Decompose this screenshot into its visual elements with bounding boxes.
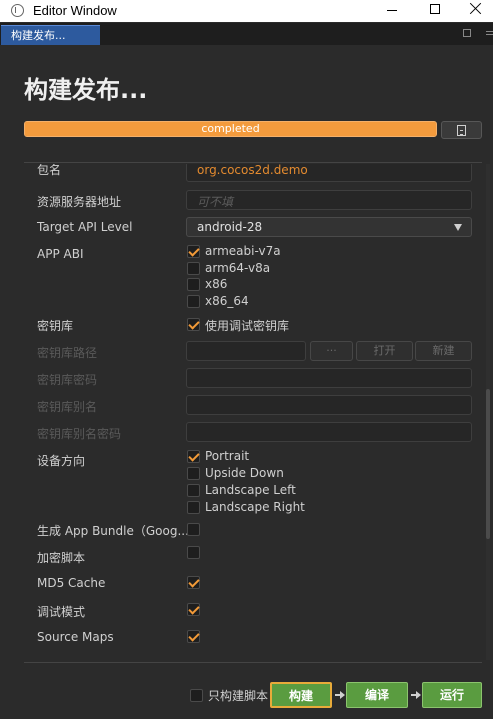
package-name-value: org.cocos2d.demo <box>197 164 308 177</box>
source-maps-checkbox[interactable] <box>187 630 200 643</box>
keystore-alias-password-label: 密钥库别名密码 <box>37 427 122 441</box>
build-settings-form: 包名 org.cocos2d.demo 资源服务器地址 可不填 Target A… <box>24 164 482 660</box>
orientation-option-label: Landscape Right <box>205 500 305 514</box>
keystore-label: 密钥库 <box>37 319 74 333</box>
minimize-icon[interactable] <box>372 0 412 22</box>
abi-option-label: armeabi-v7a <box>205 244 281 258</box>
encrypt-script-checkbox[interactable] <box>187 546 200 559</box>
abi-option-label: arm64-v8a <box>205 261 271 275</box>
form-scrollbar[interactable] <box>486 164 490 660</box>
api-level-select[interactable]: android-28 <box>186 217 472 237</box>
orientation-label: 设备方向 <box>37 454 86 468</box>
window-title: Editor Window <box>33 3 117 18</box>
keystore-path-label: 密钥库路径 <box>37 346 98 360</box>
progress-label: completed <box>201 122 260 135</box>
app-icon <box>11 4 24 17</box>
package-name-label: 包名 <box>37 164 62 177</box>
abi-option-label: x86_64 <box>205 294 249 308</box>
arrow-right-icon <box>411 690 421 700</box>
orientation-option-label: Portrait <box>205 449 250 463</box>
only-build-script-checkbox[interactable] <box>190 689 203 702</box>
only-build-script-label: 只构建脚本 <box>208 689 269 703</box>
keystore-password-input[interactable] <box>186 368 472 388</box>
server-address-placeholder: 可不填 <box>197 195 234 209</box>
abi-x86-checkbox[interactable] <box>187 278 200 291</box>
footer-divider <box>24 662 482 663</box>
use-debug-keystore-checkbox[interactable] <box>187 318 200 331</box>
orientation-landscape-right-checkbox[interactable] <box>187 501 200 514</box>
orientation-option-label: Landscape Left <box>205 483 296 497</box>
compile-button[interactable]: 编译 <box>346 682 408 708</box>
document-icon <box>457 125 466 136</box>
maximize-icon[interactable] <box>415 0 455 22</box>
keystore-browse-button[interactable]: ··· <box>310 341 353 361</box>
tab-build-publish[interactable]: 构建发布... <box>1 25 100 45</box>
debug-mode-checkbox[interactable] <box>187 603 200 616</box>
abi-x86-64-checkbox[interactable] <box>187 295 200 308</box>
server-address-label: 资源服务器地址 <box>37 195 122 209</box>
window-titlebar: Editor Window <box>0 0 493 22</box>
app-bundle-checkbox[interactable] <box>187 523 200 536</box>
abi-armeabi-v7a-checkbox[interactable] <box>187 245 200 258</box>
menu-icon[interactable] <box>486 31 493 32</box>
run-button[interactable]: 运行 <box>422 682 482 708</box>
use-debug-keystore-label: 使用调试密钥库 <box>205 319 290 333</box>
keystore-path-input[interactable] <box>186 341 306 361</box>
keystore-new-button[interactable]: 新建 <box>415 341 472 361</box>
server-address-input[interactable]: 可不填 <box>186 190 472 210</box>
tab-strip: 构建发布... <box>0 23 493 45</box>
api-level-label: Target API Level <box>37 220 133 234</box>
md5-cache-checkbox[interactable] <box>187 576 200 589</box>
open-log-button[interactable] <box>441 121 482 139</box>
app-abi-label: APP ABI <box>37 247 84 261</box>
source-maps-label: Source Maps <box>37 630 114 644</box>
page-title: 构建发布... <box>24 76 148 104</box>
scrollbar-thumb[interactable] <box>486 389 490 539</box>
orientation-option-label: Upside Down <box>205 466 284 480</box>
keystore-alias-label: 密钥库别名 <box>37 400 98 414</box>
app-bundle-label: 生成 App Bundle（Goog... <box>37 524 189 538</box>
keystore-alias-input[interactable] <box>186 395 472 415</box>
debug-mode-label: 调试模式 <box>37 605 86 619</box>
abi-option-label: x86 <box>205 277 228 291</box>
orientation-portrait-checkbox[interactable] <box>187 450 200 463</box>
popout-icon[interactable] <box>463 29 471 37</box>
close-icon[interactable] <box>458 0 493 22</box>
divider <box>24 162 482 163</box>
chevron-down-icon <box>454 224 462 231</box>
package-name-field[interactable]: org.cocos2d.demo <box>186 164 472 182</box>
arrow-right-icon <box>335 690 345 700</box>
build-progress-bar: completed <box>24 121 437 137</box>
keystore-open-button[interactable]: 打开 <box>356 341 413 361</box>
md5-cache-label: MD5 Cache <box>37 576 106 590</box>
build-button[interactable]: 构建 <box>270 682 332 708</box>
orientation-upside-down-checkbox[interactable] <box>187 467 200 480</box>
orientation-landscape-left-checkbox[interactable] <box>187 484 200 497</box>
api-level-value: android-28 <box>197 220 263 234</box>
keystore-password-label: 密钥库密码 <box>37 373 98 387</box>
keystore-alias-password-input[interactable] <box>186 422 472 442</box>
encrypt-script-label: 加密脚本 <box>37 551 86 565</box>
abi-arm64-v8a-checkbox[interactable] <box>187 262 200 275</box>
